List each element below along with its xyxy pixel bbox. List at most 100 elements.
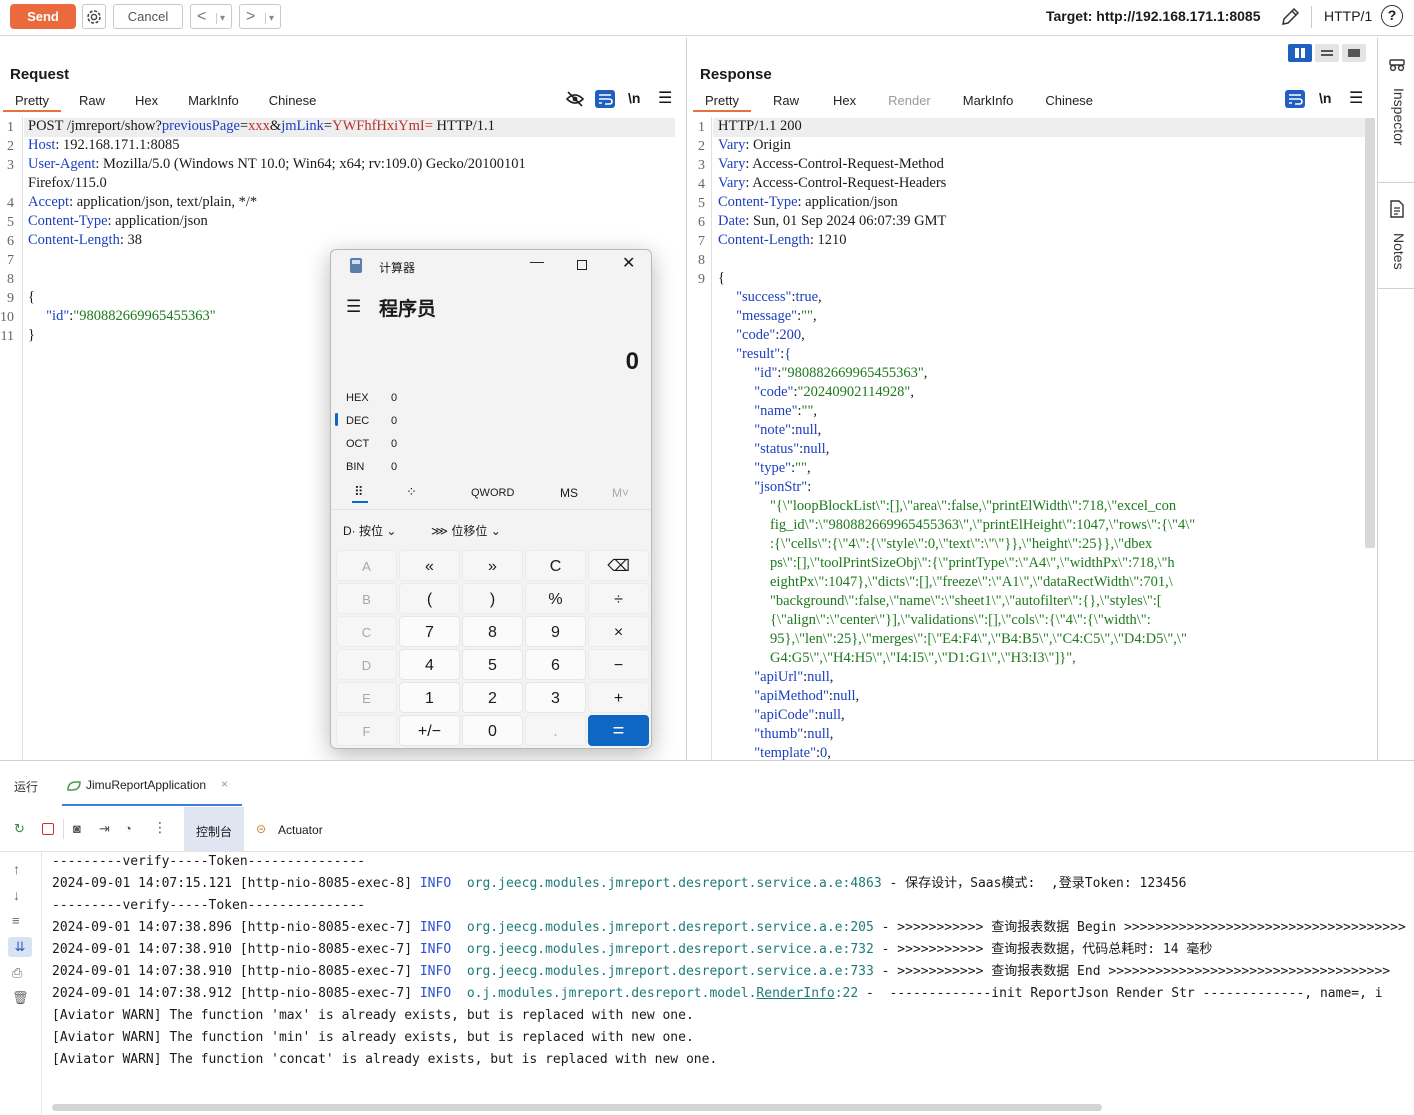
tab-markinfo[interactable]: MarkInfo xyxy=(943,90,1026,112)
more-icon[interactable]: ⋮ xyxy=(153,819,167,836)
tab-pretty[interactable]: Pretty xyxy=(3,90,61,112)
response-editor[interactable]: HTTP/1.1 200 Vary: Origin Vary: Access-Con… xyxy=(718,118,1195,764)
bitshift-dropdown[interactable]: ⋙ 位移位 ⌄ xyxy=(431,522,501,539)
key-7[interactable]: 7 xyxy=(399,616,460,647)
newline-toggle[interactable]: \n xyxy=(628,90,640,106)
profiler-icon[interactable]: ◔ xyxy=(124,821,132,836)
minimize-icon[interactable]: — xyxy=(530,253,544,269)
tab-raw[interactable]: Raw xyxy=(751,90,811,112)
response-scrollbar[interactable] xyxy=(1365,118,1375,548)
key-1[interactable]: 1 xyxy=(399,682,460,713)
wrap-lines-icon[interactable] xyxy=(1285,90,1305,108)
send-button[interactable]: Send xyxy=(10,4,76,29)
menu-icon[interactable]: ☰ xyxy=(658,88,672,108)
console-tab[interactable]: 控制台 xyxy=(184,807,244,852)
scroll-down-icon[interactable]: ↓ xyxy=(13,887,20,903)
maximize-icon[interactable] xyxy=(577,260,587,270)
back-dropdown-icon[interactable]: ▾ xyxy=(215,13,225,24)
base-oct[interactable]: OCT 0 xyxy=(346,438,397,450)
key-plus[interactable]: + xyxy=(588,682,649,713)
wrap-lines-icon[interactable] xyxy=(595,90,615,108)
tab-render[interactable]: Render xyxy=(868,90,943,112)
key-negate[interactable]: +/− xyxy=(399,715,460,746)
menu-icon[interactable]: ☰ xyxy=(1349,88,1363,108)
key-e[interactable]: E xyxy=(336,682,397,713)
key-a[interactable]: A xyxy=(336,550,397,581)
key-2[interactable]: 2 xyxy=(462,682,523,713)
newline-toggle[interactable]: \n xyxy=(1319,90,1331,106)
layout-rows-icon[interactable] xyxy=(1315,44,1339,62)
layout-single-icon[interactable] xyxy=(1342,44,1366,62)
navigation-menu-icon[interactable]: ☰ xyxy=(346,297,361,317)
forward-button[interactable]: > ▾ xyxy=(239,4,281,29)
inspector-tab[interactable]: Inspector xyxy=(1391,88,1407,146)
run-tool-label[interactable]: 运行 xyxy=(14,778,38,795)
base-dec[interactable]: DEC 0 xyxy=(346,415,397,427)
memory-recall-button[interactable]: M˅ xyxy=(612,486,629,500)
notes-tab[interactable]: Notes xyxy=(1391,233,1407,270)
key-percent[interactable]: % xyxy=(525,583,586,614)
key-left-shift[interactable]: « xyxy=(399,550,460,581)
horizontal-scrollbar[interactable] xyxy=(52,1104,1102,1111)
layout-split-icon[interactable] xyxy=(1288,44,1312,62)
app-run-tab[interactable]: JimuReportApplication xyxy=(86,778,206,792)
key-f[interactable]: F xyxy=(336,715,397,746)
bitwise-dropdown[interactable]: D· 按位 ⌄ xyxy=(343,522,396,539)
inspector-icon[interactable] xyxy=(1388,58,1406,72)
key-minus[interactable]: − xyxy=(588,649,649,680)
actuator-tab[interactable]: Actuator xyxy=(278,823,323,837)
tab-chinese[interactable]: Chinese xyxy=(1025,90,1105,112)
rerun-icon[interactable]: ↻ xyxy=(14,821,25,837)
help-icon[interactable]: ? xyxy=(1381,5,1403,27)
camera-icon[interactable]: ◙ xyxy=(73,821,81,836)
tab-chinese[interactable]: Chinese xyxy=(251,90,329,112)
trash-icon[interactable]: 🗑 xyxy=(12,990,29,1006)
bit-toggle-keypad-icon[interactable]: ⁘ xyxy=(406,484,417,500)
key-6[interactable]: 6 xyxy=(525,649,586,680)
key-clear[interactable]: C xyxy=(525,550,586,581)
base-bin[interactable]: BIN 0 xyxy=(346,461,397,473)
settings-button[interactable] xyxy=(82,4,106,29)
http-version-toggle[interactable]: HTTP/1 xyxy=(1324,8,1372,24)
key-0[interactable]: 0 xyxy=(462,715,523,746)
base-hex[interactable]: HEX 0 xyxy=(346,392,397,404)
scroll-up-icon[interactable]: ↑ xyxy=(13,861,20,877)
scroll-to-end-icon[interactable]: ⇊ xyxy=(8,937,32,957)
key-d[interactable]: D xyxy=(336,649,397,680)
stop-icon[interactable] xyxy=(42,823,54,835)
soft-wrap-icon[interactable]: ≡ xyxy=(12,913,20,928)
key-equals[interactable]: = xyxy=(588,715,649,746)
print-icon[interactable]: ⎙ xyxy=(12,965,22,981)
exit-icon[interactable]: ⇥ xyxy=(99,821,110,837)
key-decimal[interactable]: . xyxy=(525,715,586,746)
back-button[interactable]: < ▾ xyxy=(190,4,232,29)
key-right-shift[interactable]: » xyxy=(462,550,523,581)
edit-target-icon[interactable] xyxy=(1279,6,1301,28)
key-close-paren[interactable]: ) xyxy=(462,583,523,614)
key-backspace[interactable]: ⌫ xyxy=(588,550,649,581)
close-tab-icon[interactable]: × xyxy=(221,777,228,791)
key-4[interactable]: 4 xyxy=(399,649,460,680)
tab-markinfo[interactable]: MarkInfo xyxy=(170,90,251,112)
key-multiply[interactable]: × xyxy=(588,616,649,647)
close-icon[interactable]: ✕ xyxy=(622,253,635,273)
tab-raw[interactable]: Raw xyxy=(61,90,117,112)
hide-eye-icon[interactable] xyxy=(565,91,585,107)
forward-dropdown-icon[interactable]: ▾ xyxy=(264,13,274,24)
tab-hex[interactable]: Hex xyxy=(117,90,170,112)
full-keypad-icon[interactable]: ⠿ xyxy=(354,484,364,500)
key-open-paren[interactable]: ( xyxy=(399,583,460,614)
key-9[interactable]: 9 xyxy=(525,616,586,647)
tab-hex[interactable]: Hex xyxy=(811,90,868,112)
word-size-button[interactable]: QWORD xyxy=(471,487,514,499)
key-divide[interactable]: ÷ xyxy=(588,583,649,614)
console-output[interactable]: ---------verify-----Token---------------… xyxy=(52,851,1406,1071)
tab-pretty[interactable]: Pretty xyxy=(693,90,751,112)
memory-store-button[interactable]: MS xyxy=(560,486,578,500)
notes-icon[interactable] xyxy=(1389,200,1405,218)
cancel-button[interactable]: Cancel xyxy=(113,4,183,29)
key-5[interactable]: 5 xyxy=(462,649,523,680)
key-3[interactable]: 3 xyxy=(525,682,586,713)
key-b[interactable]: B xyxy=(336,583,397,614)
key-c[interactable]: C xyxy=(336,616,397,647)
